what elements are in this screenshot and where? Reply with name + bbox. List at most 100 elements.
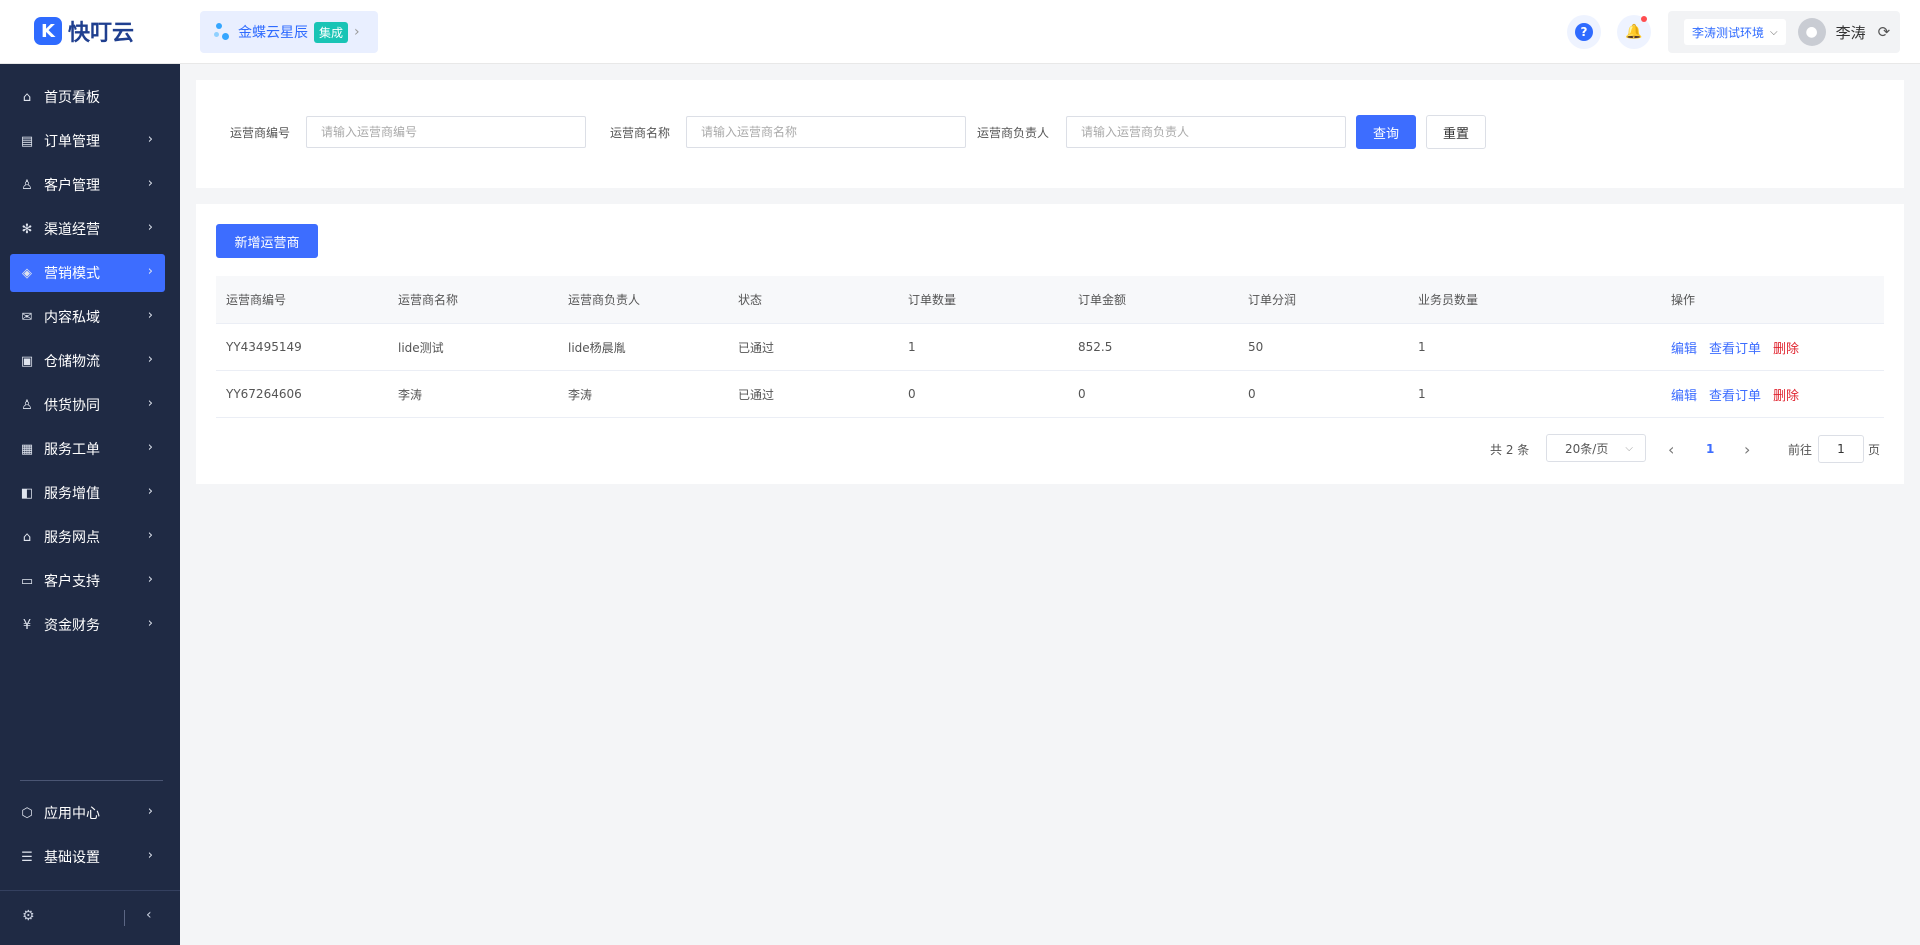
top-header: K 快叮云 金蝶云星辰 集成 › ? 🔔 李涛测试环境 ⌵ ● 李涛 ⟳: [0, 0, 1920, 64]
search-panel: 运营商编号 运营商名称 运营商负责人 查询 重置: [196, 80, 1904, 188]
column-header: 状态: [738, 293, 763, 307]
table-cell: 1: [1418, 387, 1426, 401]
sidebar-footer-separator: [124, 910, 125, 926]
sidebar-item-8[interactable]: ♙ 供货协同 ›: [10, 386, 165, 424]
chevron-right-icon: ›: [147, 440, 153, 455]
logo-mark-icon: K: [34, 17, 62, 45]
sidebar-item-10[interactable]: ◧ 服务增值 ›: [10, 474, 165, 512]
sidebar-item-7[interactable]: ▣ 仓储物流 ›: [10, 342, 165, 380]
chevron-right-icon: ›: [147, 352, 153, 367]
sidebar-item-12[interactable]: ▭ 客户支持 ›: [10, 562, 165, 600]
table-cell: 1: [908, 340, 916, 354]
help-button[interactable]: ?: [1567, 15, 1601, 49]
column-header: 业务员数量: [1418, 293, 1479, 307]
table-cell: 已通过: [738, 340, 775, 355]
sidebar: ⌂ 首页看板 ▤ 订单管理 › ♙ 客户管理 › ✻ 渠道经营 › ◈ 营销模式 › ✉ 内容私域 › ▣ 仓储物流…: [0, 64, 180, 945]
sidebar-item-label: 基础设置: [44, 850, 100, 866]
column-header: 运营商负责人: [568, 293, 641, 307]
notification-button[interactable]: 🔔: [1617, 15, 1651, 49]
table-row: YY67264606 李涛 李涛 已通过 0 0 0 1 编辑 查看订单 删除: [216, 371, 1884, 418]
table-cell: 0: [1078, 387, 1086, 401]
table-cell: 李涛: [398, 387, 423, 402]
column-header: 订单金额: [1078, 293, 1127, 307]
sidebar-item-11[interactable]: ⌂ 服务网点 ›: [10, 518, 165, 556]
sidebar-divider: [20, 780, 163, 781]
column-header: 订单分润: [1248, 293, 1297, 307]
sidebar-item-label: 渠道经营: [44, 222, 100, 238]
table-cell: lide杨晨胤: [568, 340, 626, 355]
sidebar-item-icon: ▦: [20, 441, 34, 457]
add-operator-button[interactable]: 新增运营商: [216, 224, 318, 258]
current-page[interactable]: 1: [1706, 434, 1714, 464]
reset-button[interactable]: 重置: [1426, 115, 1486, 149]
avatar[interactable]: ●: [1797, 18, 1826, 46]
integration-switcher[interactable]: 金蝶云星辰 集成 ›: [200, 11, 378, 53]
sidebar-item-icon: ⌂: [22, 529, 32, 545]
sidebar-item-2[interactable]: ▤ 订单管理 ›: [10, 122, 165, 160]
goto-page-input[interactable]: [1818, 435, 1864, 463]
sidebar-item-icon: ✉: [21, 309, 33, 325]
username[interactable]: 李涛: [1836, 22, 1866, 43]
operator-owner-input[interactable]: [1066, 116, 1346, 148]
environment-select[interactable]: 李涛测试环境 ⌵: [1684, 19, 1786, 45]
sidebar-bottom-item-1[interactable]: ⬡ 应用中心 ›: [10, 794, 165, 832]
operator-name-input[interactable]: [686, 116, 966, 148]
sidebar-item-label: 客户支持: [44, 574, 100, 590]
edit-button[interactable]: 编辑: [1671, 338, 1697, 357]
settings-gear-icon[interactable]: ⚙: [22, 908, 35, 924]
query-button[interactable]: 查询: [1356, 115, 1416, 149]
sidebar-item-label: 仓储物流: [44, 354, 100, 370]
sidebar-item-label: 供货协同: [44, 398, 100, 414]
prev-page-icon[interactable]: ‹: [1668, 434, 1674, 464]
chevron-right-icon: ›: [147, 616, 153, 631]
column-header: 运营商编号: [226, 293, 287, 307]
sidebar-item-5[interactable]: ◈ 营销模式 ›: [10, 254, 165, 292]
sidebar-item-label: 客户管理: [44, 178, 100, 194]
sidebar-bottom-item-2[interactable]: ☰ 基础设置 ›: [10, 838, 165, 876]
sidebar-item-icon: ♙: [21, 397, 33, 413]
page-size-select[interactable]: 20条/页 ⌵: [1546, 434, 1646, 462]
app-logo[interactable]: K 快叮云: [34, 15, 134, 47]
bell-icon: 🔔: [1625, 24, 1643, 40]
sidebar-item-label: 服务网点: [44, 530, 100, 546]
next-page-icon[interactable]: ›: [1744, 434, 1750, 464]
operator-id-input[interactable]: [306, 116, 586, 148]
sidebar-item-4[interactable]: ✻ 渠道经营 ›: [10, 210, 165, 248]
sidebar-item-label: 订单管理: [44, 134, 100, 150]
edit-button[interactable]: 编辑: [1671, 385, 1697, 404]
logo-text: 快叮云: [68, 21, 135, 46]
notification-dot: [1641, 16, 1647, 22]
table-cell: 50: [1248, 340, 1264, 354]
sidebar-item-icon: ☰: [21, 849, 33, 865]
sidebar-item-9[interactable]: ▦ 服务工单 ›: [10, 430, 165, 468]
sidebar-item-icon: ✻: [21, 221, 33, 237]
avatar-icon: ●: [1805, 24, 1818, 40]
table-cell: 已通过: [738, 387, 775, 402]
sidebar-item-6[interactable]: ✉ 内容私域 ›: [10, 298, 165, 336]
page-suffix: 页: [1868, 442, 1881, 457]
delete-button[interactable]: 删除: [1773, 385, 1799, 404]
sidebar-item-1[interactable]: ⌂ 首页看板: [10, 78, 165, 116]
delete-button[interactable]: 删除: [1773, 338, 1799, 357]
operator-id-label: 运营商编号: [230, 126, 291, 140]
column-header: 订单数量: [908, 293, 957, 307]
user-panel: 李涛测试环境 ⌵ ● 李涛 ⟳: [1668, 11, 1900, 53]
refresh-icon[interactable]: ⟳: [1878, 23, 1891, 41]
view-orders-button[interactable]: 查看订单: [1709, 385, 1761, 404]
chevron-right-icon: ›: [147, 848, 153, 863]
table-cell: 1: [1418, 340, 1426, 354]
collapse-sidebar-icon[interactable]: ‹: [146, 907, 152, 923]
table-cell: 李涛: [568, 387, 593, 402]
view-orders-button[interactable]: 查看订单: [1709, 338, 1761, 357]
operator-owner-label: 运营商负责人: [977, 126, 1050, 140]
row-actions: 编辑 查看订单 删除: [1671, 371, 1811, 417]
page-size-label: 20条/页: [1565, 441, 1609, 456]
row-actions: 编辑 查看订单 删除: [1671, 324, 1811, 370]
sidebar-item-icon: ◈: [22, 265, 32, 281]
table-header-row: 运营商编号 运营商名称 运营商负责人 状态 订单数量 订单金额 订单分润 业务员数量 操作: [216, 276, 1884, 324]
table-row: YY43495149 lide测试 lide杨晨胤 已通过 1 852.5 50 1 编辑 查看订…: [216, 324, 1884, 371]
sidebar-item-3[interactable]: ♙ 客户管理 ›: [10, 166, 165, 204]
total-count: 共 2 条: [1490, 442, 1530, 457]
sidebar-item-13[interactable]: ¥ 资金财务 ›: [10, 606, 165, 644]
goto-label: 前往: [1788, 442, 1813, 457]
